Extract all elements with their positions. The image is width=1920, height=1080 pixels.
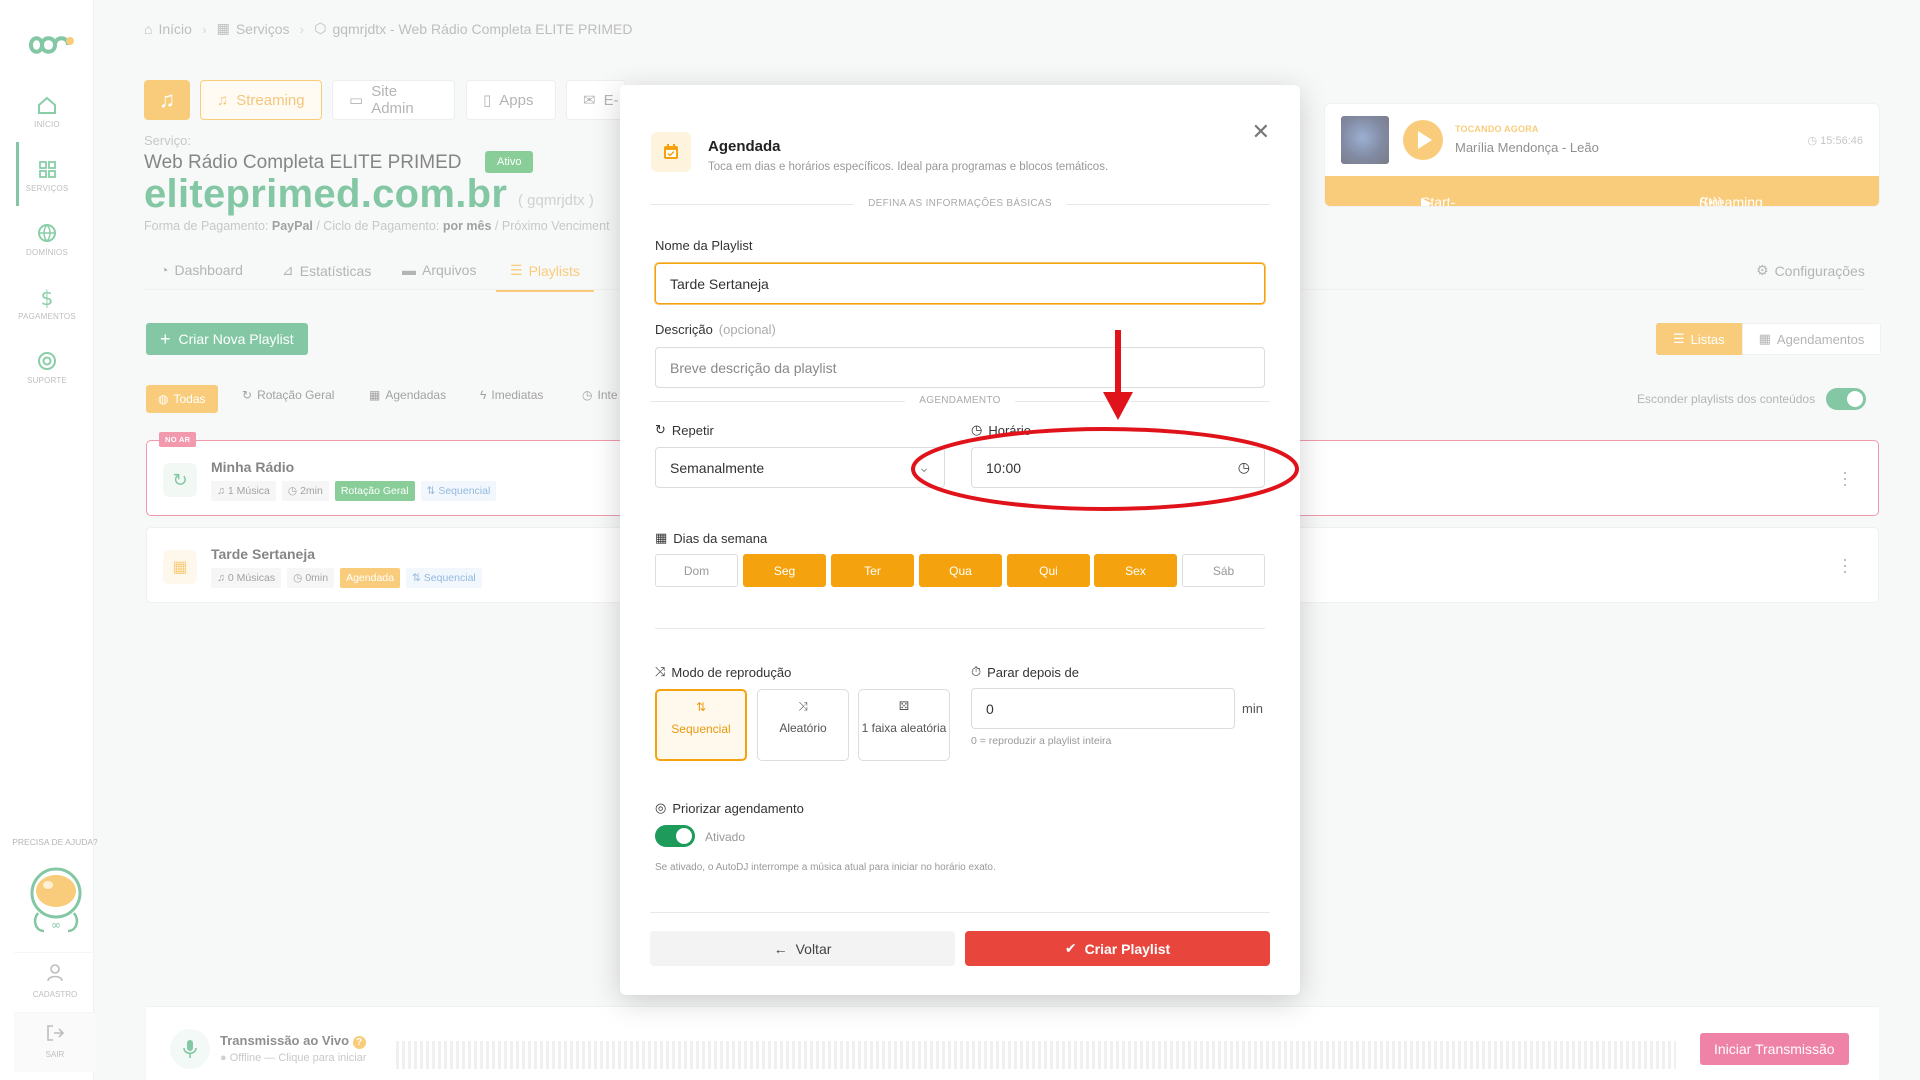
input-value: 10:00 [986, 459, 1022, 476]
repeat-label: ↻ Repetir [655, 422, 714, 438]
playlist-name-input[interactable]: Tarde Sertaneja [655, 263, 1265, 304]
name-label: Nome da Playlist [655, 238, 753, 253]
day-qui[interactable]: Qui [1007, 554, 1090, 587]
mode-text: Aleatório [779, 721, 827, 735]
stop-after-input[interactable]: 0 [971, 688, 1235, 729]
target-icon: ◎ [655, 800, 667, 815]
stop-unit: min [1242, 701, 1263, 716]
section-text: AGENDAMENTO [905, 395, 1015, 406]
section-basic-label: DEFINA AS INFORMAÇÕES BÁSICAS [620, 198, 1300, 209]
stop-hint: 0 = reproduzir a playlist inteira [971, 735, 1112, 747]
shuffle-icon: ⤨ [655, 664, 666, 679]
close-icon[interactable]: ✕ [1252, 119, 1270, 145]
priority-state: Ativado [705, 830, 746, 844]
label-text: Horário [988, 422, 1031, 438]
clock-icon: ◷ [1237, 459, 1250, 475]
mode-text: Sequencial [671, 722, 731, 736]
modal-title: Agendada [708, 138, 781, 155]
mode-label: ⤨ Modo de reprodução [655, 664, 791, 680]
time-label: ◷ Horário [971, 422, 1031, 438]
mode-text: 1 faixa aleatória [861, 721, 947, 735]
divider [650, 912, 1270, 913]
check-icon: ✔ [1064, 940, 1077, 956]
optional-text: (opcional) [718, 322, 776, 337]
create-playlist-modal: Agendada Toca em dias e horários específ… [620, 85, 1300, 995]
label-text: Repetir [671, 422, 714, 438]
button-label: Criar Playlist [1084, 940, 1171, 957]
stop-label: ⏱ Parar depois de [971, 664, 1079, 680]
priority-label: ◎ Priorizar agendamento [655, 800, 804, 816]
day-ter[interactable]: Ter [831, 554, 914, 587]
days-label: ▦ Dias da semana [655, 530, 767, 546]
dice-icon: ⚄ [898, 699, 910, 713]
sort-icon: ⇅ [695, 700, 707, 714]
shuffle-icon: ⤨ [798, 699, 808, 713]
calendar-icon [651, 132, 691, 172]
calendar-icon: ▦ [655, 530, 668, 545]
day-qua[interactable]: Qua [919, 554, 1002, 587]
label-text: Priorizar agendamento [672, 800, 804, 816]
section-text: DEFINA AS INFORMAÇÕES BÁSICAS [854, 198, 1066, 209]
submit-playlist-button[interactable]: ✔ Criar Playlist [965, 931, 1270, 966]
mode-single-random[interactable]: ⚄ 1 faixa aleatória [858, 689, 950, 761]
label-text: Modo de reprodução [671, 664, 792, 680]
repeat-icon: ↻ [655, 422, 666, 437]
stopwatch-icon: ⏱ [971, 664, 982, 679]
day-sab[interactable]: Sáb [1182, 554, 1265, 587]
priority-hint: Se ativado, o AutoDJ interrompe a música… [655, 862, 996, 873]
day-seg[interactable]: Seg [743, 554, 826, 587]
arrow-left-icon: ← [773, 940, 788, 957]
select-value: Semanalmente [670, 459, 765, 476]
button-label: Voltar [795, 940, 832, 957]
priority-toggle[interactable] [655, 825, 695, 847]
mode-random[interactable]: ⤨ Aleatório [757, 689, 849, 761]
label-text: Parar depois de [987, 664, 1079, 680]
modal-subtitle: Toca em dias e horários específicos. Ide… [708, 161, 1109, 173]
repeat-select[interactable]: Semanalmente ⌄ [655, 447, 945, 488]
description-label: Descrição (opcional) [655, 322, 776, 337]
chevron-down-icon: ⌄ [918, 459, 930, 475]
back-button[interactable]: ← Voltar [650, 931, 955, 966]
day-sex[interactable]: Sex [1094, 554, 1177, 587]
label-text: Dias da semana [673, 530, 768, 546]
mode-sequential[interactable]: ⇅ Sequencial [655, 689, 747, 761]
section-schedule-label: AGENDAMENTO [620, 395, 1300, 406]
description-input[interactable]: Breve descrição da playlist [655, 347, 1265, 388]
clock-icon: ◷ [971, 422, 983, 437]
time-input[interactable]: 10:00 ◷ [971, 447, 1265, 488]
label-text: Descrição [655, 322, 713, 337]
divider [655, 628, 1265, 629]
day-dom[interactable]: Dom [655, 554, 738, 587]
